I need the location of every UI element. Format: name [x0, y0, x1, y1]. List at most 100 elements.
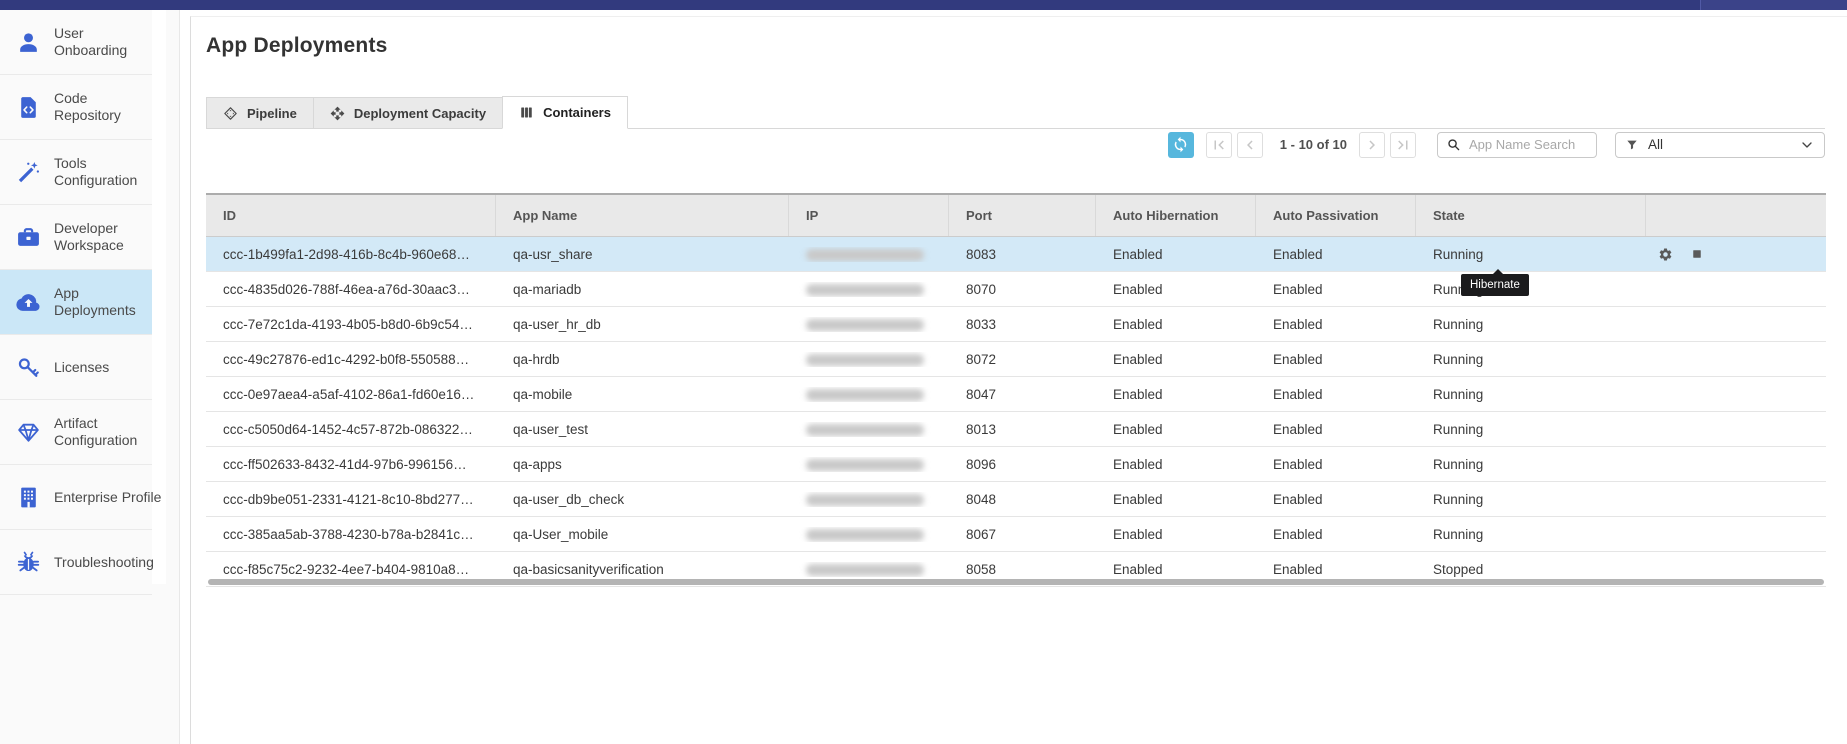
- cell-state: Running: [1416, 282, 1646, 297]
- cell-auto-hibernation: Enabled: [1096, 527, 1256, 542]
- table-row[interactable]: ccc-c5050d64-1452-4c57-872b-086322… qa-u…: [206, 412, 1826, 447]
- cell-port: 8047: [949, 387, 1096, 402]
- cell-auto-hibernation: Enabled: [1096, 562, 1256, 577]
- magic-wand-icon: [16, 160, 41, 185]
- cloud-upload-icon: [16, 290, 41, 315]
- sidebar-item-app-deployments[interactable]: App Deployments: [0, 270, 152, 335]
- cell-state: Stopped: [1416, 562, 1646, 577]
- previous-page-button[interactable]: [1237, 132, 1263, 158]
- stop-icon[interactable]: [1691, 248, 1703, 260]
- sidebar-item-tools-configuration[interactable]: Tools Configuration: [0, 140, 152, 205]
- cell-port: 8058: [949, 562, 1096, 577]
- cell-state: Running: [1416, 492, 1646, 507]
- cell-state: Running: [1416, 247, 1646, 262]
- hibernate-tooltip: Hibernate: [1461, 274, 1529, 296]
- cell-auto-passivation: Enabled: [1256, 457, 1416, 472]
- sidebar-item-artifact-configuration[interactable]: Artifact Configuration: [0, 400, 152, 465]
- sidebar-item-troubleshooting[interactable]: Troubleshooting: [0, 530, 152, 595]
- sidebar-item-code-repository[interactable]: Code Repository: [0, 75, 152, 140]
- cell-port: 8096: [949, 457, 1096, 472]
- chevron-down-icon: [1799, 137, 1815, 153]
- cell-app-name: qa-apps: [496, 457, 789, 472]
- table-row[interactable]: ccc-ff502633-8432-41d4-97b6-996156… qa-a…: [206, 447, 1826, 482]
- cell-id: ccc-4835d026-788f-46ea-a76d-30aac3…: [206, 282, 496, 297]
- table-toolbar: 1 - 10 of 10 All: [1168, 131, 1825, 158]
- state-filter-dropdown[interactable]: All: [1615, 132, 1825, 158]
- cell-state: Running: [1416, 387, 1646, 402]
- first-page-icon: [1210, 136, 1228, 154]
- cell-port: 8033: [949, 317, 1096, 332]
- column-header-ip: IP: [789, 195, 949, 236]
- cell-auto-hibernation: Enabled: [1096, 352, 1256, 367]
- page-title: App Deployments: [206, 34, 388, 58]
- first-page-button[interactable]: [1206, 132, 1232, 158]
- cell-state: Running: [1416, 352, 1646, 367]
- table-row[interactable]: ccc-385aa5ab-3788-4230-b78a-b2841c… qa-U…: [206, 517, 1826, 552]
- last-page-button[interactable]: [1390, 132, 1416, 158]
- refresh-button[interactable]: [1168, 132, 1194, 158]
- cell-ip: [789, 527, 949, 542]
- column-header-port: Port: [949, 195, 1096, 236]
- column-header-app-name: App Name: [496, 195, 789, 236]
- redacted-ip: [806, 459, 924, 471]
- next-page-button[interactable]: [1359, 132, 1385, 158]
- person-icon: [16, 30, 41, 55]
- cell-app-name: qa-hrdb: [496, 352, 789, 367]
- cell-port: 8070: [949, 282, 1096, 297]
- tab-containers[interactable]: Containers: [502, 96, 628, 129]
- cell-app-name: qa-user_db_check: [496, 492, 789, 507]
- pagination-range-label: 1 - 10 of 10: [1280, 137, 1347, 152]
- cell-ip: [789, 387, 949, 402]
- redacted-ip: [806, 249, 924, 261]
- cell-auto-hibernation: Enabled: [1096, 387, 1256, 402]
- table-row[interactable]: ccc-0e97aea4-a5af-4102-86a1-fd60e16… qa-…: [206, 377, 1826, 412]
- table-row[interactable]: ccc-7e72c1da-4193-4b05-b8d0-6b9c54… qa-u…: [206, 307, 1826, 342]
- chevron-left-icon: [1241, 136, 1259, 154]
- cell-id: ccc-7e72c1da-4193-4b05-b8d0-6b9c54…: [206, 317, 496, 332]
- tab-pipeline[interactable]: Pipeline: [206, 97, 314, 129]
- column-header-id: ID: [206, 195, 496, 236]
- sidebar-nav: User Onboarding Code Repository Tools Co…: [0, 10, 179, 595]
- table-row[interactable]: ccc-db9be051-2331-4121-8c10-8bd277… qa-u…: [206, 482, 1826, 517]
- sidebar-item-developer-workspace[interactable]: Developer Workspace: [0, 205, 152, 270]
- table-horizontal-scrollbar[interactable]: [208, 579, 1824, 585]
- gear-icon[interactable]: [1658, 247, 1673, 262]
- sidebar-item-licenses[interactable]: Licenses: [0, 335, 152, 400]
- table-row[interactable]: ccc-49c27876-ed1c-4292-b0f8-550588… qa-h…: [206, 342, 1826, 377]
- briefcase-icon: [16, 225, 41, 250]
- cell-state: Running: [1416, 317, 1646, 332]
- app-name-search-input[interactable]: [1467, 136, 1588, 153]
- cell-auto-hibernation: Enabled: [1096, 317, 1256, 332]
- cell-auto-passivation: Enabled: [1256, 527, 1416, 542]
- cell-port: 8083: [949, 247, 1096, 262]
- redacted-ip: [806, 424, 924, 436]
- column-header-state: State: [1416, 195, 1646, 236]
- filter-funnel-icon: [1625, 138, 1639, 152]
- cell-id: ccc-49c27876-ed1c-4292-b0f8-550588…: [206, 352, 496, 367]
- sidebar-item-enterprise-profile[interactable]: Enterprise Profile: [0, 465, 152, 530]
- cell-app-name: qa-user_hr_db: [496, 317, 789, 332]
- cell-id: ccc-c5050d64-1452-4c57-872b-086322…: [206, 422, 496, 437]
- cell-app-name: qa-user_test: [496, 422, 789, 437]
- key-icon: [16, 355, 41, 380]
- columns-icon: [519, 105, 534, 120]
- sidebar-item-user-onboarding[interactable]: User Onboarding: [0, 10, 152, 75]
- column-header-actions: [1646, 195, 1826, 236]
- redacted-ip: [806, 389, 924, 401]
- redacted-ip: [806, 319, 924, 331]
- cell-state: Running: [1416, 422, 1646, 437]
- table-row[interactable]: ccc-1b499fa1-2d98-416b-8c4b-960e68… qa-u…: [206, 237, 1826, 272]
- cell-auto-hibernation: Enabled: [1096, 247, 1256, 262]
- cell-port: 8072: [949, 352, 1096, 367]
- table-row[interactable]: ccc-4835d026-788f-46ea-a76d-30aac3… qa-m…: [206, 272, 1826, 307]
- cell-auto-passivation: Enabled: [1256, 387, 1416, 402]
- cell-auto-hibernation: Enabled: [1096, 422, 1256, 437]
- diamond-icon: [16, 420, 41, 445]
- building-icon: [16, 485, 41, 510]
- cell-auto-hibernation: Enabled: [1096, 282, 1256, 297]
- cell-ip: [789, 282, 949, 297]
- cell-ip: [789, 457, 949, 472]
- redacted-ip: [806, 494, 924, 506]
- containers-table: ID App Name IP Port Auto Hibernation Aut…: [206, 193, 1826, 587]
- tab-deployment-capacity[interactable]: Deployment Capacity: [313, 97, 503, 129]
